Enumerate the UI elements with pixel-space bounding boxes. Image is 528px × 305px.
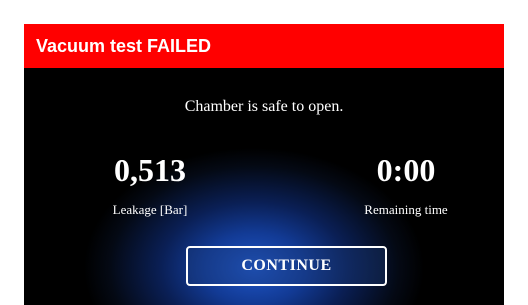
continue-button-label: CONTINUE bbox=[241, 257, 332, 274]
continue-button[interactable]: CONTINUE bbox=[186, 246, 387, 286]
remaining-time-value: 0:00 bbox=[376, 152, 436, 188]
remaining-time-label: Remaining time bbox=[364, 202, 448, 217]
leakage-value: 0,513 bbox=[114, 152, 186, 188]
dialog-title: Vacuum test FAILED bbox=[36, 36, 212, 56]
status-message: Chamber is safe to open. bbox=[184, 98, 344, 115]
leakage-label: Leakage [Bar] bbox=[112, 202, 188, 217]
title-bar: Vacuum test FAILED bbox=[24, 24, 504, 68]
